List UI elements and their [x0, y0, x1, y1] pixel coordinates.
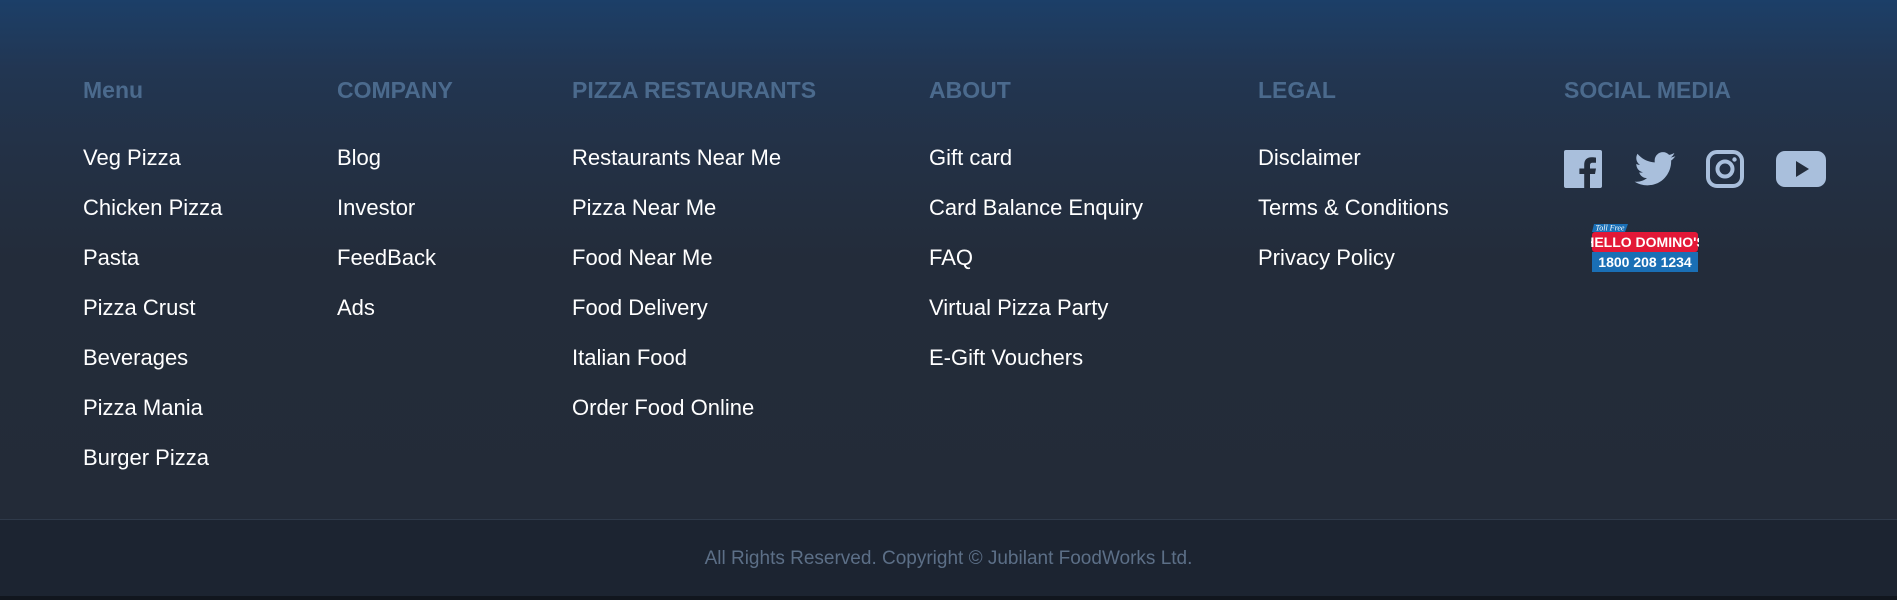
social-icons: [1564, 150, 1826, 188]
bottom-divider: [0, 596, 1897, 600]
footer-column-menu: Menu Veg Pizza Chicken Pizza Pasta Pizza…: [83, 76, 222, 494]
youtube-icon[interactable]: [1776, 151, 1826, 187]
footer-link-privacy-policy[interactable]: Privacy Policy: [1258, 244, 1449, 294]
footer-link-blog[interactable]: Blog: [337, 144, 453, 194]
footer-link-virtual-pizza-party[interactable]: Virtual Pizza Party: [929, 294, 1143, 344]
helpline-tollfree-text: Toll Free: [1596, 224, 1625, 233]
copyright-text: All Rights Reserved. Copyright © Jubilan…: [704, 548, 1193, 569]
footer-link-food-delivery[interactable]: Food Delivery: [572, 294, 816, 344]
footer-link-restaurants-near-me[interactable]: Restaurants Near Me: [572, 144, 816, 194]
footer-link-pasta[interactable]: Pasta: [83, 244, 222, 294]
footer-link-food-near-me[interactable]: Food Near Me: [572, 244, 816, 294]
footer-link-veg-pizza[interactable]: Veg Pizza: [83, 144, 222, 194]
column-heading: SOCIAL MEDIA: [1564, 77, 1731, 103]
footer-link-gift-card[interactable]: Gift card: [929, 144, 1143, 194]
column-heading: ABOUT: [929, 77, 1011, 103]
footer-link-feedback[interactable]: FeedBack: [337, 244, 453, 294]
footer-link-order-food-online[interactable]: Order Food Online: [572, 394, 816, 444]
column-heading: COMPANY: [337, 77, 453, 103]
helpline-title-text: HELLO DOMINO'S: [1591, 234, 1699, 250]
hello-dominos-helpline-badge[interactable]: Toll Free HELLO DOMINO'S 1800 208 1234: [1584, 223, 1706, 273]
footer-column-legal: LEGAL Disclaimer Terms & Conditions Priv…: [1258, 76, 1449, 294]
footer-link-terms-conditions[interactable]: Terms & Conditions: [1258, 194, 1449, 244]
column-heading: PIZZA RESTAURANTS: [572, 77, 817, 103]
helpline-number-text: 1800 208 1234: [1598, 254, 1692, 270]
facebook-icon[interactable]: [1564, 150, 1602, 188]
twitter-icon[interactable]: [1634, 152, 1676, 186]
footer-column-about: ABOUT Gift card Card Balance Enquiry FAQ…: [929, 76, 1143, 394]
footer-link-beverages[interactable]: Beverages: [83, 344, 222, 394]
column-heading: LEGAL: [1258, 77, 1336, 103]
footer-link-investor[interactable]: Investor: [337, 194, 453, 244]
footer-link-chicken-pizza[interactable]: Chicken Pizza: [83, 194, 222, 244]
footer-column-company: COMPANY Blog Investor FeedBack Ads: [337, 76, 453, 344]
footer-link-disclaimer[interactable]: Disclaimer: [1258, 144, 1449, 194]
footer-link-e-gift-vouchers[interactable]: E-Gift Vouchers: [929, 344, 1143, 394]
instagram-icon[interactable]: [1706, 150, 1744, 188]
site-footer: Menu Veg Pizza Chicken Pizza Pasta Pizza…: [0, 0, 1897, 520]
footer-column-pizza-restaurants: PIZZA RESTAURANTS Restaurants Near Me Pi…: [572, 76, 816, 444]
footer-link-ads[interactable]: Ads: [337, 294, 453, 344]
footer-link-pizza-mania[interactable]: Pizza Mania: [83, 394, 222, 444]
footer-column-social-media: SOCIAL MEDIA: [1564, 76, 1731, 104]
footer-link-italian-food[interactable]: Italian Food: [572, 344, 816, 394]
footer-link-faq[interactable]: FAQ: [929, 244, 1143, 294]
footer-link-burger-pizza[interactable]: Burger Pizza: [83, 444, 222, 494]
footer-link-pizza-near-me[interactable]: Pizza Near Me: [572, 194, 816, 244]
footer-link-card-balance-enquiry[interactable]: Card Balance Enquiry: [929, 194, 1143, 244]
column-heading: Menu: [83, 77, 144, 103]
footer-link-pizza-crust[interactable]: Pizza Crust: [83, 294, 222, 344]
